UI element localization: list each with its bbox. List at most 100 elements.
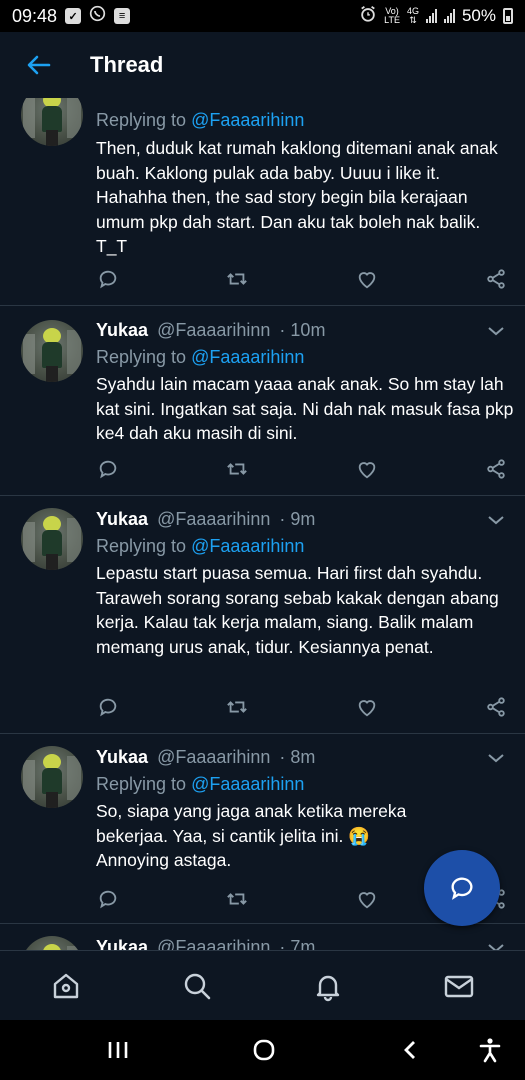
share-icon (487, 459, 505, 479)
volte-indicator: Vo) LTE (384, 7, 400, 25)
recents-button[interactable] (100, 1032, 136, 1068)
home-icon (53, 973, 78, 998)
tweet-header: Yukaa @Faaaarihinn · 8m (96, 747, 315, 768)
replying-to: Replying to @Faaaarihinn (96, 110, 304, 131)
chevron-down-icon[interactable] (487, 324, 505, 338)
tweet-item[interactable]: Yukaa @Faaaarihinn · 7m (0, 924, 525, 950)
nav-home[interactable] (46, 966, 86, 1006)
mail-icon (445, 975, 474, 997)
like-button[interactable] (355, 267, 379, 291)
nav-notifications[interactable] (308, 966, 348, 1006)
replying-to: Replying to @Faaaarihinn (96, 536, 304, 557)
nav-search[interactable] (177, 966, 217, 1006)
home-circle-icon (253, 1039, 275, 1061)
avatar[interactable] (21, 508, 83, 570)
comment-icon (99, 270, 117, 289)
chevron-down-icon[interactable] (487, 751, 505, 765)
heart-icon (358, 700, 375, 717)
user-name[interactable]: Yukaa (96, 747, 148, 767)
battery-icon (503, 8, 513, 24)
user-handle[interactable]: @Faaaarihinn (157, 747, 270, 767)
retweet-button[interactable] (225, 887, 249, 911)
mention-link[interactable]: @Faaaarihinn (191, 347, 304, 367)
user-name[interactable]: Yukaa (96, 937, 148, 950)
back-button[interactable] (22, 48, 56, 82)
user-name[interactable]: Yukaa (96, 509, 148, 529)
back-system-button[interactable] (392, 1032, 428, 1068)
user-name[interactable]: Yukaa (96, 320, 148, 340)
retweet-icon (227, 273, 248, 285)
search-icon (184, 973, 211, 999)
chevron-down-icon[interactable] (487, 513, 505, 527)
thread-feed[interactable]: Replying to @Faaaarihinn Then, duduk kat… (0, 98, 525, 950)
like-button[interactable] (355, 887, 379, 911)
tweet-header: Yukaa @Faaaarihinn · 10m (96, 320, 325, 341)
avatar[interactable] (21, 746, 83, 808)
heart-icon (358, 272, 375, 289)
battery-percent: 50% (461, 6, 496, 25)
avatar[interactable] (21, 98, 83, 146)
mention-link[interactable]: @Faaaarihinn (191, 110, 304, 130)
reply-button[interactable] (96, 695, 120, 719)
like-button[interactable] (355, 695, 379, 719)
tweet-actions (96, 694, 508, 720)
signal-bars-2-icon (443, 9, 455, 23)
nav-messages[interactable] (439, 966, 479, 1006)
retweet-button[interactable] (225, 695, 249, 719)
user-handle[interactable]: @Faaaarihinn (157, 509, 270, 529)
compose-reply-button[interactable] (424, 850, 500, 926)
user-handle[interactable]: @Faaaarihinn (157, 937, 270, 950)
reply-button[interactable] (96, 887, 120, 911)
checkbox-notification-icon: ✓ (65, 8, 82, 24)
replying-prefix: Replying to (96, 110, 187, 130)
comment-icon (99, 460, 117, 479)
bell-icon (316, 975, 340, 1001)
tweet-item[interactable]: Yukaa @Faaaarihinn · 9m Replying to @Faa… (0, 496, 525, 734)
replying-prefix: Replying to (96, 774, 187, 794)
status-bar: 09:48 ✓ ≡ Vo) LTE 4G ⇅ 50% (0, 0, 525, 32)
retweet-button[interactable] (225, 267, 249, 291)
reply-button[interactable] (96, 457, 120, 481)
retweet-icon (227, 893, 248, 905)
retweet-icon (227, 701, 248, 713)
chevron-down-icon[interactable] (487, 941, 505, 950)
whatsapp-icon (89, 5, 106, 27)
bottom-nav (0, 950, 525, 1020)
tweet-time: · 10m (279, 320, 326, 340)
avatar[interactable] (21, 320, 83, 382)
system-nav-bar (0, 1020, 525, 1080)
share-button[interactable] (484, 267, 508, 291)
share-button[interactable] (484, 457, 508, 481)
like-button[interactable] (355, 457, 379, 481)
accessibility-button[interactable] (472, 1032, 508, 1068)
tweet-actions (96, 266, 508, 292)
user-handle[interactable]: @Faaaarihinn (157, 320, 270, 340)
home-system-button[interactable] (246, 1032, 282, 1068)
tweet-actions (96, 456, 508, 482)
mention-link[interactable]: @Faaaarihinn (191, 774, 304, 794)
tweet-text: Then, duduk kat rumah kaklong ditemani a… (96, 138, 498, 256)
accessibility-icon (479, 1038, 501, 1063)
tweet-header: Yukaa @Faaaarihinn · 9m (96, 509, 315, 530)
comment-icon (99, 890, 117, 909)
reply-button[interactable] (96, 267, 120, 291)
comment-icon (99, 698, 117, 717)
tweet-text: So, siapa yang jaga anak ketika mereka b… (96, 801, 407, 870)
tweet-time: · 8m (279, 747, 316, 767)
heart-icon (358, 892, 375, 909)
avatar[interactable] (21, 936, 83, 950)
retweet-button[interactable] (225, 457, 249, 481)
tweet-item[interactable]: Replying to @Faaaarihinn Then, duduk kat… (0, 98, 525, 306)
share-button[interactable] (484, 695, 508, 719)
replying-to: Replying to @Faaaarihinn (96, 774, 304, 795)
share-icon (487, 697, 505, 717)
share-icon (487, 269, 505, 289)
signal-bars-icon (425, 9, 437, 23)
heart-icon (358, 462, 375, 479)
app-bar: Thread (0, 32, 525, 98)
arrow-left-icon (27, 55, 51, 75)
tweet-item[interactable]: Yukaa @Faaaarihinn · 10m Replying to @Fa… (0, 306, 525, 496)
status-time: 09:48 (12, 5, 58, 26)
mention-link[interactable]: @Faaaarihinn (191, 536, 304, 556)
tweet-text: Lepastu start puasa semua. Hari first da… (96, 563, 499, 657)
